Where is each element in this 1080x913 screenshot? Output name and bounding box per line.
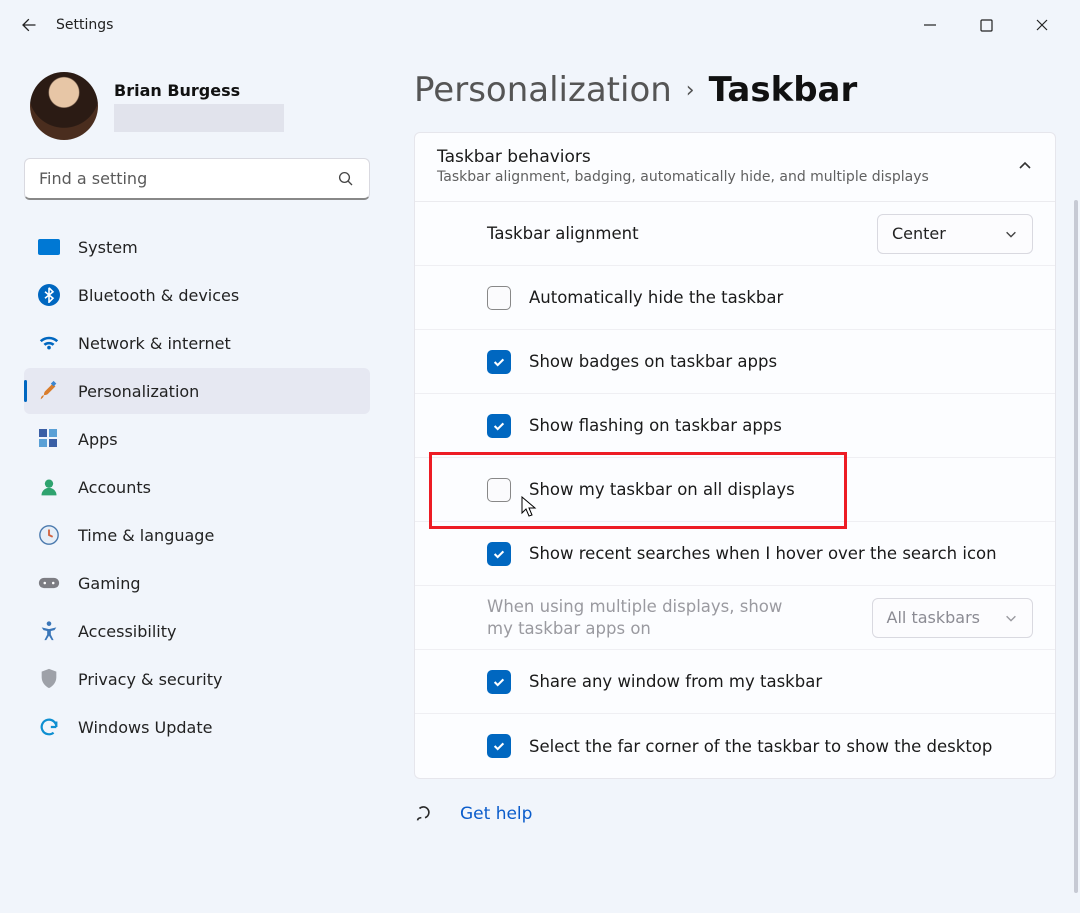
option-all-displays[interactable]: Show my taskbar on all displays: [415, 458, 1055, 522]
sidebar-item-privacy[interactable]: Privacy & security: [24, 656, 370, 702]
clock-globe-icon: [38, 524, 60, 546]
user-profile[interactable]: Brian Burgess: [30, 72, 370, 140]
gamepad-icon: [38, 572, 60, 594]
taskbar-behaviors-panel: Taskbar behaviors Taskbar alignment, bad…: [414, 132, 1056, 779]
minimize-button[interactable]: [912, 9, 948, 41]
help-icon: [414, 803, 436, 825]
close-icon: [1035, 18, 1049, 32]
sidebar-item-accounts[interactable]: Accounts: [24, 464, 370, 510]
alignment-label: Taskbar alignment: [487, 224, 639, 243]
checkbox-share-window[interactable]: [487, 670, 511, 694]
sidebar-item-bluetooth[interactable]: Bluetooth & devices: [24, 272, 370, 318]
chevron-down-icon: [1004, 611, 1018, 625]
breadcrumb-parent[interactable]: Personalization: [414, 70, 672, 110]
checkbox-all-displays[interactable]: [487, 478, 511, 502]
checkbox-auto-hide[interactable]: [487, 286, 511, 310]
chevron-right-icon: ›: [686, 78, 695, 103]
option-recent-searches[interactable]: Show recent searches when I hover over t…: [415, 522, 1055, 586]
panel-header[interactable]: Taskbar behaviors Taskbar alignment, bad…: [415, 133, 1055, 202]
system-icon: [38, 236, 60, 258]
checkbox-badges[interactable]: [487, 350, 511, 374]
scrollbar[interactable]: [1074, 200, 1078, 893]
panel-title: Taskbar behaviors: [437, 147, 929, 167]
close-button[interactable]: [1024, 9, 1060, 41]
option-far-corner[interactable]: Select the far corner of the taskbar to …: [415, 714, 1055, 778]
option-flashing[interactable]: Show flashing on taskbar apps: [415, 394, 1055, 458]
user-email-placeholder: [114, 104, 284, 132]
wifi-icon: [38, 332, 60, 354]
sidebar-item-system[interactable]: System: [24, 224, 370, 270]
maximize-button[interactable]: [968, 9, 1004, 41]
checkbox-recent-searches[interactable]: [487, 542, 511, 566]
app-title: Settings: [56, 17, 113, 33]
panel-subtitle: Taskbar alignment, badging, automaticall…: [437, 169, 929, 185]
option-share-window[interactable]: Share any window from my taskbar: [415, 650, 1055, 714]
chevron-up-icon: [1017, 158, 1033, 174]
maximize-icon: [980, 19, 993, 32]
person-icon: [38, 476, 60, 498]
sidebar-item-personalization[interactable]: Personalization: [24, 368, 370, 414]
option-multi-display-apps: When using multiple displays, show my ta…: [415, 586, 1055, 650]
breadcrumb: Personalization › Taskbar: [414, 70, 1056, 110]
apps-icon: [38, 428, 60, 450]
cursor-icon: [521, 496, 537, 518]
search-input[interactable]: [39, 169, 337, 188]
user-name: Brian Burgess: [114, 81, 284, 100]
multi-display-dropdown: All taskbars: [872, 598, 1033, 638]
breadcrumb-current: Taskbar: [709, 70, 858, 110]
arrow-left-icon: [18, 15, 38, 35]
search-input-container[interactable]: [24, 158, 370, 200]
sidebar-item-network[interactable]: Network & internet: [24, 320, 370, 366]
taskbar-alignment-row: Taskbar alignment Center: [415, 202, 1055, 266]
sidebar-item-time-language[interactable]: Time & language: [24, 512, 370, 558]
help-section: Get help: [414, 779, 1056, 835]
sidebar-item-gaming[interactable]: Gaming: [24, 560, 370, 606]
chevron-down-icon: [1004, 227, 1018, 241]
update-icon: [38, 716, 60, 738]
back-button[interactable]: [12, 9, 44, 41]
sidebar-item-update[interactable]: Windows Update: [24, 704, 370, 750]
paintbrush-icon: [38, 380, 60, 402]
sidebar-item-apps[interactable]: Apps: [24, 416, 370, 462]
checkbox-far-corner[interactable]: [487, 734, 511, 758]
minimize-icon: [923, 18, 937, 32]
avatar: [30, 72, 98, 140]
alignment-dropdown[interactable]: Center: [877, 214, 1033, 254]
option-auto-hide[interactable]: Automatically hide the taskbar: [415, 266, 1055, 330]
search-icon: [337, 170, 355, 188]
accessibility-icon: [38, 620, 60, 642]
option-badges[interactable]: Show badges on taskbar apps: [415, 330, 1055, 394]
shield-icon: [38, 668, 60, 690]
checkbox-flashing[interactable]: [487, 414, 511, 438]
bluetooth-icon: [38, 284, 60, 306]
get-help-link[interactable]: Get help: [460, 804, 532, 824]
sidebar-item-accessibility[interactable]: Accessibility: [24, 608, 370, 654]
